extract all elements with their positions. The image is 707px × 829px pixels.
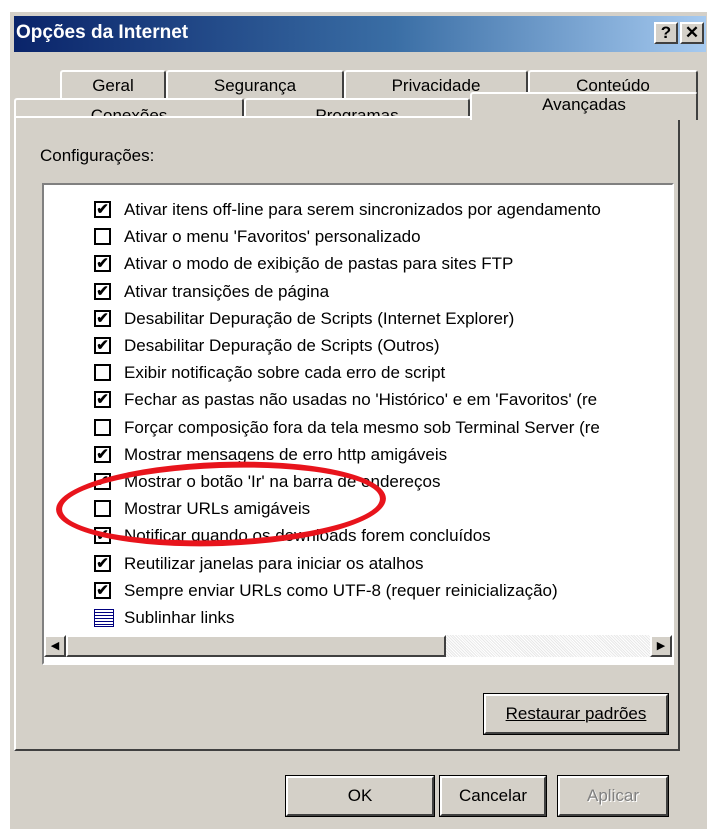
tab-label: Avançadas xyxy=(542,95,626,114)
tab-avancadas[interactable]: Avançadas xyxy=(470,92,698,120)
setting-label: Fechar as pastas não usadas no 'Históric… xyxy=(124,390,598,409)
close-button[interactable]: ✕ xyxy=(680,22,704,44)
tab-label: Geral xyxy=(92,76,134,95)
setting-row[interactable]: ✔ Fechar as pastas não usadas no 'Históri… xyxy=(94,388,654,414)
help-button[interactable]: ? xyxy=(654,22,678,44)
setting-label: Ativar o menu 'Favoritos' personalizado xyxy=(124,227,421,246)
checkbox-checked-icon[interactable]: ✔ xyxy=(94,310,111,327)
cancel-button[interactable]: Cancelar xyxy=(439,775,547,817)
setting-label: Ativar o modo de exibição de pastas para… xyxy=(124,254,514,273)
checkbox-checked-icon[interactable]: ✔ xyxy=(94,391,111,408)
checkbox-checked-icon[interactable]: ✔ xyxy=(94,255,111,272)
tab-label: Segurança xyxy=(213,76,297,95)
title-bar[interactable]: Opções da Internet ? ✕ xyxy=(14,16,706,52)
scroll-down-arrow-icon[interactable]: ▼ xyxy=(672,613,674,635)
setting-label: Reutilizar janelas para iniciar os atalh… xyxy=(124,554,424,573)
setting-label: Ativar itens off-line para serem sincron… xyxy=(124,200,601,219)
setting-row[interactable]: Ativar o menu 'Favoritos' personalizado xyxy=(94,225,654,251)
setting-label: Exibir notificação sobre cada erro de sc… xyxy=(124,363,446,382)
setting-label: Desabilitar Depuração de Scripts (Intern… xyxy=(124,309,515,328)
checkbox-checked-icon[interactable]: ✔ xyxy=(94,555,111,572)
restore-defaults-label: Restaurar padrões xyxy=(505,704,647,723)
cancel-label: Cancelar xyxy=(458,786,528,805)
setting-row[interactable]: ✔ Ativar transições de página xyxy=(94,280,654,306)
settings-label: Configurações: xyxy=(40,146,155,165)
setting-row[interactable]: ✔ Sempre enviar URLs como UTF-8 (requer r… xyxy=(94,579,654,605)
setting-row[interactable]: Sublinhar links xyxy=(94,606,654,632)
setting-label: Sempre enviar URLs como UTF-8 (requer re… xyxy=(124,581,558,600)
vertical-scroll-thumb[interactable] xyxy=(672,345,674,443)
setting-row[interactable]: ✔ Ativar itens off-line para serem sincro… xyxy=(94,198,654,224)
checkbox-checked-icon[interactable]: ✔ xyxy=(94,582,111,599)
setting-row[interactable]: ✔ Ativar o modo de exibição de pastas par… xyxy=(94,252,654,278)
setting-label: Ativar transições de página xyxy=(124,282,330,301)
setting-row[interactable]: Exibir notificação sobre cada erro de sc… xyxy=(94,361,654,387)
horizontal-scrollbar[interactable]: ◀ ▶ xyxy=(44,635,672,657)
apply-button[interactable]: Aplicar xyxy=(557,775,669,817)
setting-label: Forçar composição fora da tela mesmo sob… xyxy=(124,418,600,437)
checkbox-unchecked-icon[interactable] xyxy=(94,419,111,436)
setting-row[interactable]: ✔ Reutilizar janelas para iniciar os atal… xyxy=(94,552,654,578)
restore-defaults-button[interactable]: Restaurar padrões xyxy=(483,693,669,735)
horizontal-scroll-thumb[interactable] xyxy=(66,635,446,657)
checkbox-checked-icon[interactable]: ✔ xyxy=(94,201,111,218)
vertical-scrollbar[interactable]: ▲ ▼ xyxy=(672,185,674,635)
setting-row[interactable]: ✔ Desabilitar Depuração de Scripts (Outro… xyxy=(94,334,654,360)
checkbox-unchecked-icon[interactable] xyxy=(94,364,111,381)
checkbox-checked-icon[interactable]: ✔ xyxy=(94,337,111,354)
category-icon xyxy=(94,609,114,627)
tab-seguranca[interactable]: Segurança xyxy=(166,70,344,100)
scroll-left-arrow-icon[interactable]: ◀ xyxy=(44,635,66,657)
tab-label: Privacidade xyxy=(391,76,481,95)
ok-button[interactable]: OK xyxy=(285,775,435,817)
tab-geral[interactable]: Geral xyxy=(60,70,166,100)
checkbox-unchecked-icon[interactable] xyxy=(94,228,111,245)
setting-row[interactable]: Forçar composição fora da tela mesmo sob… xyxy=(94,416,654,442)
checkbox-checked-icon[interactable]: ✔ xyxy=(94,283,111,300)
apply-label: Aplicar xyxy=(587,786,639,805)
setting-label: Desabilitar Depuração de Scripts (Outros… xyxy=(124,336,440,355)
scroll-right-arrow-icon[interactable]: ▶ xyxy=(650,635,672,657)
setting-label: Sublinhar links xyxy=(124,608,235,627)
setting-row[interactable]: ✔ Desabilitar Depuração de Scripts (Inter… xyxy=(94,307,654,333)
scrollbar-corner xyxy=(672,635,674,657)
scroll-up-arrow-icon[interactable]: ▲ xyxy=(672,185,674,207)
window-title: Opções da Internet xyxy=(16,22,189,43)
ok-label: OK xyxy=(347,786,373,805)
checkbox-checked-icon[interactable]: ✔ xyxy=(94,446,111,463)
